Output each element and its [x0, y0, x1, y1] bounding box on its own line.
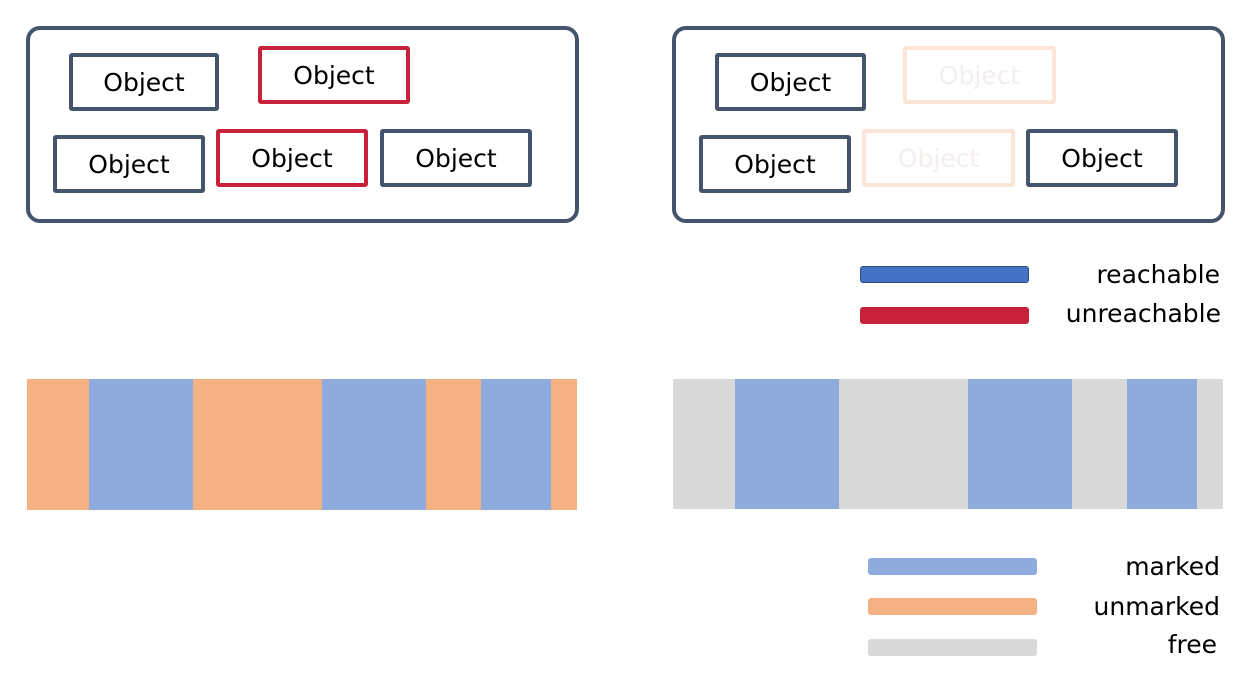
heap-segment-free: [1197, 379, 1223, 509]
object-freed: Object: [862, 129, 1015, 187]
legend-unmarked-swatch: [868, 598, 1037, 615]
object-reachable: Object: [69, 53, 219, 111]
legend-free-label: free: [1167, 630, 1217, 659]
legend-unmarked-label: unmarked: [1093, 592, 1220, 621]
object-reachable: Object: [715, 53, 866, 111]
legend-unreachable-swatch: [860, 307, 1029, 324]
heap-segment-unmarked: [551, 379, 577, 510]
object-freed: Object: [903, 46, 1056, 104]
object-unreachable: Object: [258, 46, 410, 104]
heap-segment-marked: [968, 379, 1072, 509]
object-reachable: Object: [699, 135, 851, 193]
heap-segment-free: [839, 379, 968, 509]
legend-marked-swatch: [868, 558, 1037, 575]
object-reachable: Object: [1026, 129, 1178, 187]
object-unreachable: Object: [216, 129, 368, 187]
heap-segment-marked: [481, 379, 551, 510]
legend-reachable-label: reachable: [1096, 260, 1220, 289]
legend-marked-label: marked: [1125, 552, 1220, 581]
heap-segment-marked: [735, 379, 839, 509]
legend-reachable-swatch: [860, 266, 1029, 283]
heap-segment-marked: [89, 379, 193, 510]
heap-segment-free: [1072, 379, 1127, 509]
object-reachable: Object: [53, 135, 205, 193]
heap-segment-unmarked: [193, 379, 322, 510]
legend-unreachable-label: unreachable: [1065, 299, 1221, 328]
object-reachable: Object: [380, 129, 532, 187]
heap-segment-unmarked: [27, 379, 89, 510]
heap-segment-marked: [1127, 379, 1197, 509]
heap-segment-unmarked: [426, 379, 481, 510]
legend-free-swatch: [868, 639, 1037, 656]
heap-segment-free: [673, 379, 735, 509]
heap-segment-marked: [322, 379, 426, 510]
